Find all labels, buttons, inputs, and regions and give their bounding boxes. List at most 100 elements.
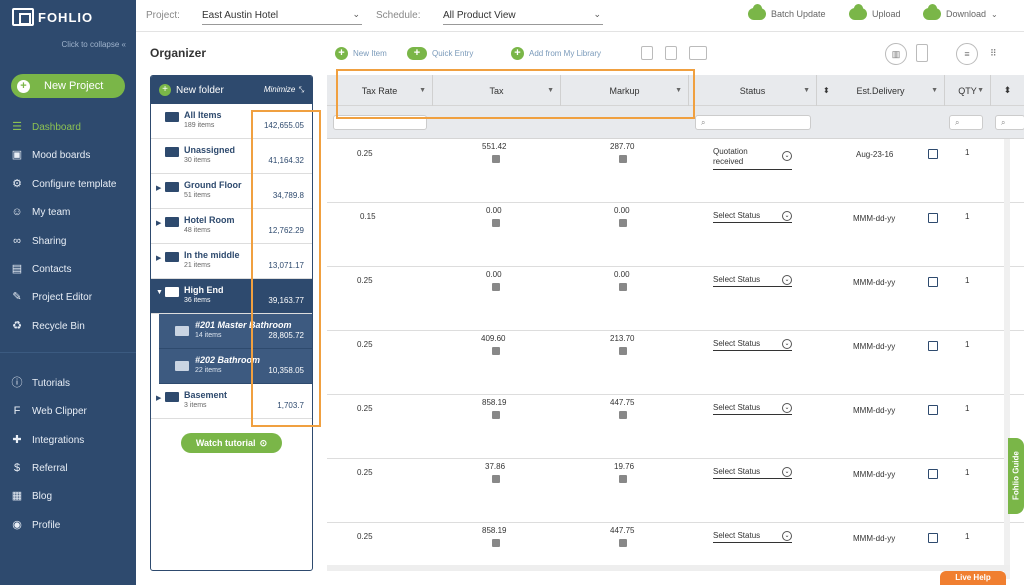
sidebar-item-configure-template[interactable]: ⚙ Configure template bbox=[10, 176, 116, 192]
cell-est-delivery[interactable]: MMM-dd-yy bbox=[853, 534, 895, 543]
cell-qty[interactable]: 1 bbox=[965, 468, 969, 477]
column-header-sort[interactable]: ⬍ bbox=[991, 75, 1024, 106]
live-help-button[interactable]: Live Help bbox=[940, 571, 1006, 585]
view-grid-icon[interactable]: ▥ bbox=[885, 43, 907, 65]
cell-tax-rate[interactable]: 0.25 bbox=[357, 532, 373, 541]
cell-tax-rate[interactable]: 0.25 bbox=[357, 404, 373, 413]
project-select[interactable]: East Austin Hotel ⌄ bbox=[202, 5, 362, 25]
sidebar-item-dashboard[interactable]: ☰ Dashboard bbox=[10, 119, 81, 135]
batch-update-button[interactable]: Batch Update bbox=[748, 4, 826, 20]
calendar-icon[interactable] bbox=[928, 149, 938, 159]
new-folder-button[interactable]: New folder bbox=[176, 85, 224, 96]
calendar-icon[interactable] bbox=[928, 533, 938, 543]
table-row[interactable]: 0.25 37.86 19.76 Select Status ⌄ MMM-dd-y… bbox=[327, 459, 1024, 523]
collapse-sidebar-link[interactable]: Click to collapse « bbox=[62, 40, 126, 49]
cell-tax-rate[interactable]: 0.25 bbox=[357, 276, 373, 285]
cell-tax[interactable]: 858.19 bbox=[482, 398, 506, 407]
table-row[interactable]: 0.25 858.19 447.75 Select Status ⌄ MMM-dd… bbox=[327, 395, 1024, 459]
calendar-icon[interactable] bbox=[928, 277, 938, 287]
table-row[interactable]: 0.25 858.19 447.75 Select Status ⌄ MMM-dd… bbox=[327, 523, 1024, 585]
status-select[interactable]: Select Status ⌄ bbox=[713, 531, 792, 543]
download-button[interactable]: Download ⌄ bbox=[923, 4, 998, 20]
cell-qty[interactable]: 1 bbox=[965, 276, 969, 285]
cell-est-delivery[interactable]: MMM-dd-yy bbox=[853, 214, 895, 223]
column-header-status[interactable]: Status ▼ bbox=[689, 75, 817, 106]
cell-tax[interactable]: 409.60 bbox=[481, 334, 505, 343]
edit-icon[interactable] bbox=[492, 219, 500, 227]
fohlio-guide-tab[interactable]: Fohlio Guide bbox=[1008, 438, 1024, 514]
watch-tutorial-button[interactable]: Watch tutorial ⊙ bbox=[181, 433, 282, 453]
calendar-icon[interactable] bbox=[928, 469, 938, 479]
edit-icon[interactable] bbox=[492, 347, 500, 355]
cell-est-delivery[interactable]: Aug-23-16 bbox=[856, 150, 893, 159]
add-from-library-button[interactable]: + Add from My Library bbox=[511, 47, 601, 60]
sort-icon[interactable]: ⬍ bbox=[823, 86, 830, 95]
edit-icon[interactable] bbox=[619, 475, 627, 483]
table-row[interactable]: 0.15 0.00 0.00 Select Status ⌄ MMM-dd-yy … bbox=[327, 203, 1024, 267]
table-row[interactable]: 0.25 409.60 213.70 Select Status ⌄ MMM-dd… bbox=[327, 331, 1024, 395]
sidebar-item-mood-boards[interactable]: ▣ Mood boards bbox=[10, 147, 91, 163]
report-icon[interactable] bbox=[916, 44, 928, 62]
cell-tax[interactable]: 0.00 bbox=[486, 206, 502, 215]
status-select[interactable]: Select Status ⌄ bbox=[713, 339, 792, 351]
sidebar-item-sharing[interactable]: ∞ Sharing bbox=[10, 233, 66, 249]
cell-qty[interactable]: 1 bbox=[965, 340, 969, 349]
sidebar-item-my-team[interactable]: ☺ My team bbox=[10, 204, 70, 220]
cell-tax[interactable]: 551.42 bbox=[482, 142, 506, 151]
sidebar-item-project-editor[interactable]: ✎ Project Editor bbox=[10, 289, 92, 305]
schedule-select[interactable]: All Product View ⌄ bbox=[443, 5, 603, 25]
new-project-button[interactable]: + New Project bbox=[11, 74, 125, 98]
cell-est-delivery[interactable]: MMM-dd-yy bbox=[853, 406, 895, 415]
edit-icon[interactable] bbox=[492, 539, 500, 547]
trash-icon[interactable] bbox=[641, 46, 653, 60]
sidebar-item-tutorials[interactable]: ⓘ Tutorials bbox=[10, 375, 70, 391]
cell-est-delivery[interactable]: MMM-dd-yy bbox=[853, 470, 895, 479]
cell-tax-rate[interactable]: 0.25 bbox=[357, 468, 373, 477]
cell-markup[interactable]: 0.00 bbox=[614, 206, 630, 215]
edit-icon[interactable] bbox=[492, 475, 500, 483]
cell-qty[interactable]: 1 bbox=[965, 404, 969, 413]
edit-icon[interactable] bbox=[619, 347, 627, 355]
calendar-icon[interactable] bbox=[928, 341, 938, 351]
edit-icon[interactable] bbox=[619, 283, 627, 291]
column-header-qty[interactable]: QTY ▼ bbox=[945, 75, 991, 106]
status-select[interactable]: Select Status ⌄ bbox=[713, 467, 792, 479]
edit-icon[interactable] bbox=[492, 155, 500, 163]
edit-icon[interactable] bbox=[619, 155, 627, 163]
status-filter-input[interactable]: ⌕ bbox=[695, 115, 811, 130]
cell-tax-rate[interactable]: 0.25 bbox=[357, 149, 373, 158]
sidebar-item-blog[interactable]: ▦ Blog bbox=[10, 488, 52, 504]
cell-markup[interactable]: 213.70 bbox=[610, 334, 634, 343]
collapse-arrow-icon[interactable]: ▼ bbox=[156, 289, 163, 296]
cell-tax-rate[interactable]: 0.15 bbox=[360, 212, 376, 221]
cell-tax[interactable]: 858.19 bbox=[482, 526, 506, 535]
status-select[interactable]: Quotation received ⌄ bbox=[713, 147, 792, 170]
copy-icon[interactable] bbox=[665, 46, 677, 60]
cell-markup[interactable]: 447.75 bbox=[610, 398, 634, 407]
table-row[interactable]: 0.25 551.42 287.70 Quotation received ⌄ A… bbox=[327, 139, 1024, 203]
expand-arrow-icon[interactable]: ▶ bbox=[156, 254, 161, 262]
sidebar-item-contacts[interactable]: ▤ Contacts bbox=[10, 261, 72, 277]
cell-markup[interactable]: 19.76 bbox=[614, 462, 634, 471]
sidebar-item-profile[interactable]: ◉ Profile bbox=[10, 517, 60, 533]
cell-qty[interactable]: 1 bbox=[965, 148, 969, 157]
table-row[interactable]: 0.25 0.00 0.00 Select Status ⌄ MMM-dd-yy … bbox=[327, 267, 1024, 331]
cell-markup[interactable]: 447.75 bbox=[610, 526, 634, 535]
cell-est-delivery[interactable]: MMM-dd-yy bbox=[853, 278, 895, 287]
calendar-icon[interactable] bbox=[928, 405, 938, 415]
cell-qty[interactable]: 1 bbox=[965, 532, 969, 541]
cell-markup[interactable]: 0.00 bbox=[614, 270, 630, 279]
cell-markup[interactable]: 287.70 bbox=[610, 142, 634, 151]
edit-icon[interactable] bbox=[492, 411, 500, 419]
drag-handle-icon[interactable]: ⠿ bbox=[990, 48, 997, 59]
status-select[interactable]: Select Status ⌄ bbox=[713, 403, 792, 415]
quick-entry-button[interactable]: + Quick Entry bbox=[407, 47, 473, 60]
expand-arrow-icon[interactable]: ▶ bbox=[156, 219, 161, 227]
edit-icon[interactable] bbox=[619, 539, 627, 547]
column-header-est-delivery[interactable]: ⬍ Est.Delivery ▼ bbox=[817, 75, 945, 106]
extra-filter-input[interactable]: ⌕ bbox=[995, 115, 1024, 130]
qty-filter-input[interactable]: ⌕ bbox=[949, 115, 983, 130]
upload-button[interactable]: Upload bbox=[849, 4, 901, 20]
minimize-button[interactable]: Minimize ⤡ bbox=[264, 85, 304, 95]
edit-icon[interactable] bbox=[619, 411, 627, 419]
